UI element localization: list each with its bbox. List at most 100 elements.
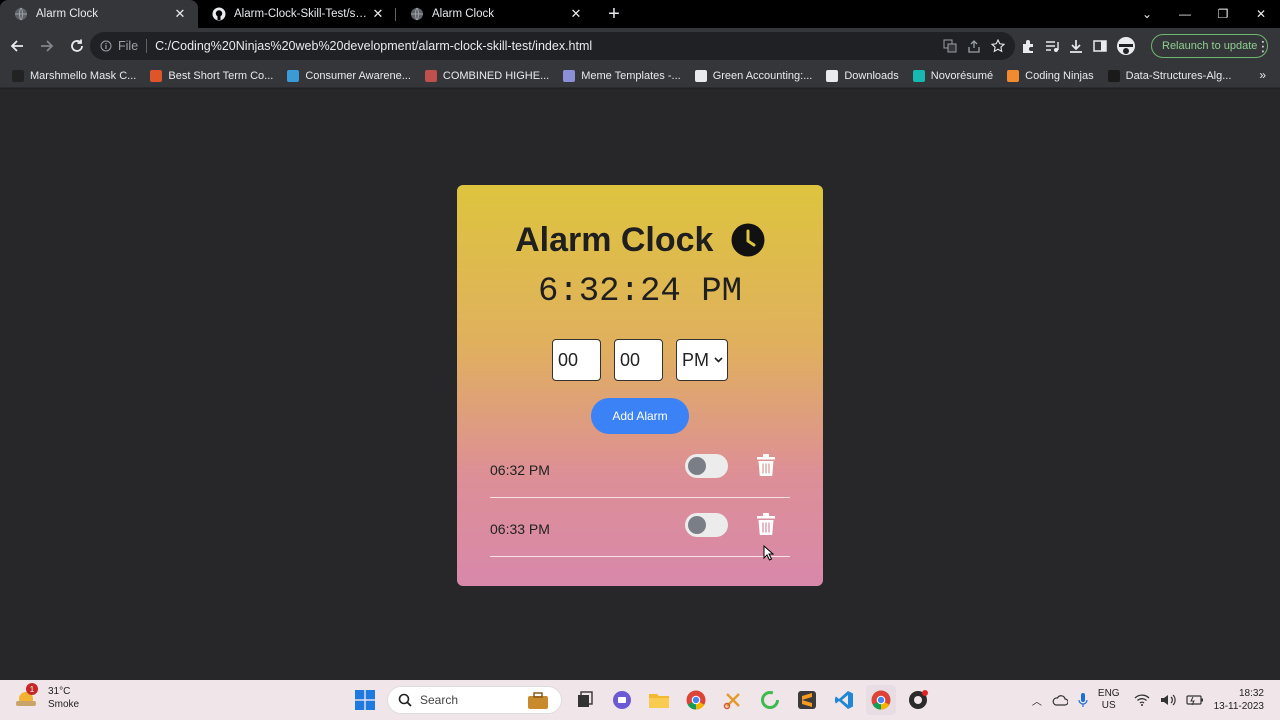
tab-github-script[interactable]: Alarm-Clock-Skill-Test/script.js a ✕ xyxy=(198,0,396,28)
alarm-toggle[interactable] xyxy=(685,513,728,537)
weather-desc: Smoke xyxy=(48,699,80,710)
forward-icon[interactable] xyxy=(34,33,60,59)
bookmark-label: Best Short Term Co... xyxy=(168,69,274,82)
windows-start-icon[interactable] xyxy=(350,685,380,715)
globe-icon xyxy=(15,7,27,21)
close-window-icon[interactable]: ✕ xyxy=(1242,0,1280,28)
search-label: Search xyxy=(420,693,459,707)
app-title: Alarm Clock xyxy=(457,221,823,260)
tab-title: Alarm Clock xyxy=(36,8,98,20)
bookmark-favicon-icon xyxy=(563,69,576,82)
clock-icon xyxy=(731,223,765,257)
file-explorer-icon[interactable] xyxy=(644,685,674,715)
maximize-icon[interactable]: ❐ xyxy=(1204,0,1242,28)
alarm-toggle[interactable] xyxy=(685,454,728,478)
minute-input[interactable]: 00 xyxy=(614,339,663,381)
bookmark-label: Meme Templates -... xyxy=(581,69,681,82)
delete-trash-icon[interactable] xyxy=(757,513,775,535)
bookmark-item[interactable]: Downloads xyxy=(826,69,899,82)
mouse-cursor-icon xyxy=(763,545,775,561)
windows-taskbar: 1 31°C Smoke Search ︿ ENG US 18:32 13-11… xyxy=(0,680,1280,720)
system-tray: ︿ ENG US 18:32 13-11-2023 xyxy=(1032,680,1280,720)
info-icon[interactable] xyxy=(100,40,112,52)
battery-icon[interactable] xyxy=(1185,694,1204,706)
bookmark-item[interactable]: Consumer Awarene... xyxy=(287,69,411,82)
alarm-card: Alarm Clock 6:32:24 PM 00 00 PM Add Alar… xyxy=(457,185,823,586)
chrome-active-icon[interactable] xyxy=(866,685,896,715)
bookmark-label: Downloads xyxy=(844,69,899,82)
snipping-tool-icon[interactable] xyxy=(718,685,748,715)
obs-icon[interactable] xyxy=(903,685,933,715)
teams-chat-icon[interactable] xyxy=(607,685,637,715)
bookmark-item[interactable]: Coding Ninjas xyxy=(1007,69,1094,82)
translate-icon[interactable] xyxy=(943,39,957,53)
bookmarks-bar: Marshmello Mask C... Best Short Term Co..… xyxy=(0,64,1280,88)
ampm-selected-value: PM xyxy=(682,349,709,370)
bookmark-item[interactable]: Best Short Term Co... xyxy=(150,69,274,82)
wifi-icon[interactable] xyxy=(1134,694,1150,706)
tab-search-chevron-icon[interactable]: ⌄ xyxy=(1128,0,1166,28)
system-clock[interactable]: 18:32 13-11-2023 xyxy=(1214,687,1264,713)
weather-widget[interactable]: 1 31°C Smoke xyxy=(14,683,80,711)
tab-title: Alarm-Clock-Skill-Test/script.js a xyxy=(234,8,370,20)
lang-bottom: US xyxy=(1101,700,1116,711)
github-icon xyxy=(212,7,226,21)
bookmark-favicon-icon xyxy=(694,69,707,82)
delete-trash-icon[interactable] xyxy=(757,454,775,476)
relaunch-to-update-button[interactable]: Relaunch to update xyxy=(1151,34,1269,58)
add-alarm-button[interactable]: Add Alarm xyxy=(591,398,689,434)
profile-avatar-icon[interactable] xyxy=(1116,36,1136,56)
page-viewport: Alarm Clock 6:32:24 PM 00 00 PM Add Alar… xyxy=(0,89,1280,680)
bookmark-item[interactable]: COMBINED HIGHE... xyxy=(424,69,550,82)
address-bar[interactable]: File C:/Coding%20Ninjas%20web%20developm… xyxy=(90,32,1015,60)
close-tab-icon[interactable]: ✕ xyxy=(568,6,584,22)
browser-menu-icon[interactable]: ⋮ xyxy=(1256,38,1270,55)
bookmark-item[interactable]: Marshmello Mask C... xyxy=(12,69,137,82)
task-view-icon[interactable] xyxy=(570,685,600,715)
extensions-puzzle-icon[interactable] xyxy=(1020,38,1036,54)
tab-alarm-clock-2[interactable]: Alarm Clock ✕ xyxy=(396,0,594,28)
toolbar-actions xyxy=(1020,28,1136,64)
microphone-icon[interactable] xyxy=(1078,692,1088,708)
url-text[interactable]: C:/Coding%20Ninjas%20web%20development/a… xyxy=(155,39,592,53)
vscode-icon[interactable] xyxy=(829,685,859,715)
close-tab-icon[interactable]: ✕ xyxy=(370,6,386,22)
bookmark-label: Marshmello Mask C... xyxy=(30,69,137,82)
weather-temp: 31°C xyxy=(48,686,71,697)
new-tab-icon[interactable]: + xyxy=(600,0,628,28)
ampm-select[interactable]: PM xyxy=(676,339,728,381)
minimize-icon[interactable]: — xyxy=(1166,0,1204,28)
onedrive-cloud-icon[interactable] xyxy=(1052,694,1068,706)
input-language[interactable]: ENG US xyxy=(1098,688,1120,712)
volume-icon[interactable] xyxy=(1160,693,1176,707)
taskbar-search[interactable]: Search xyxy=(387,686,562,714)
close-tab-icon[interactable]: ✕ xyxy=(172,6,188,22)
bookmark-favicon-icon xyxy=(826,69,839,82)
download-icon[interactable] xyxy=(1068,38,1084,54)
show-hidden-icons-chevron-icon[interactable]: ︿ xyxy=(1032,693,1042,708)
sublime-text-icon[interactable] xyxy=(792,685,822,715)
side-panel-icon[interactable] xyxy=(1092,38,1108,54)
alarm-time: 06:32 PM xyxy=(490,462,550,478)
bookmark-item[interactable]: Green Accounting:... xyxy=(694,69,812,82)
alarm-time: 06:33 PM xyxy=(490,521,550,537)
browser-toolbar: File C:/Coding%20Ninjas%20web%20developm… xyxy=(0,28,1280,64)
taskbar-apps: Search xyxy=(350,685,940,715)
bookmark-item[interactable]: Novorésumé xyxy=(912,69,993,82)
chrome-icon[interactable] xyxy=(681,685,711,715)
more-bookmarks-icon[interactable]: » xyxy=(1259,68,1266,82)
app-title-text: Alarm Clock xyxy=(515,221,714,259)
back-icon[interactable] xyxy=(4,33,30,59)
bookmark-item[interactable]: Meme Templates -... xyxy=(563,69,681,82)
chevron-down-icon xyxy=(714,357,723,363)
bookmark-star-icon[interactable] xyxy=(991,39,1005,53)
share-icon[interactable] xyxy=(967,39,981,53)
current-time: 6:32:24 PM xyxy=(537,273,743,311)
refresh-app-icon[interactable] xyxy=(755,685,785,715)
tab-alarm-clock[interactable]: Alarm Clock ✕ xyxy=(0,0,198,28)
reload-icon[interactable] xyxy=(64,33,90,59)
bookmark-label: COMBINED HIGHE... xyxy=(442,69,550,82)
media-queue-icon[interactable] xyxy=(1044,38,1060,54)
hour-input[interactable]: 00 xyxy=(552,339,601,381)
bookmark-item[interactable]: Data-Structures-Alg... xyxy=(1107,69,1231,82)
